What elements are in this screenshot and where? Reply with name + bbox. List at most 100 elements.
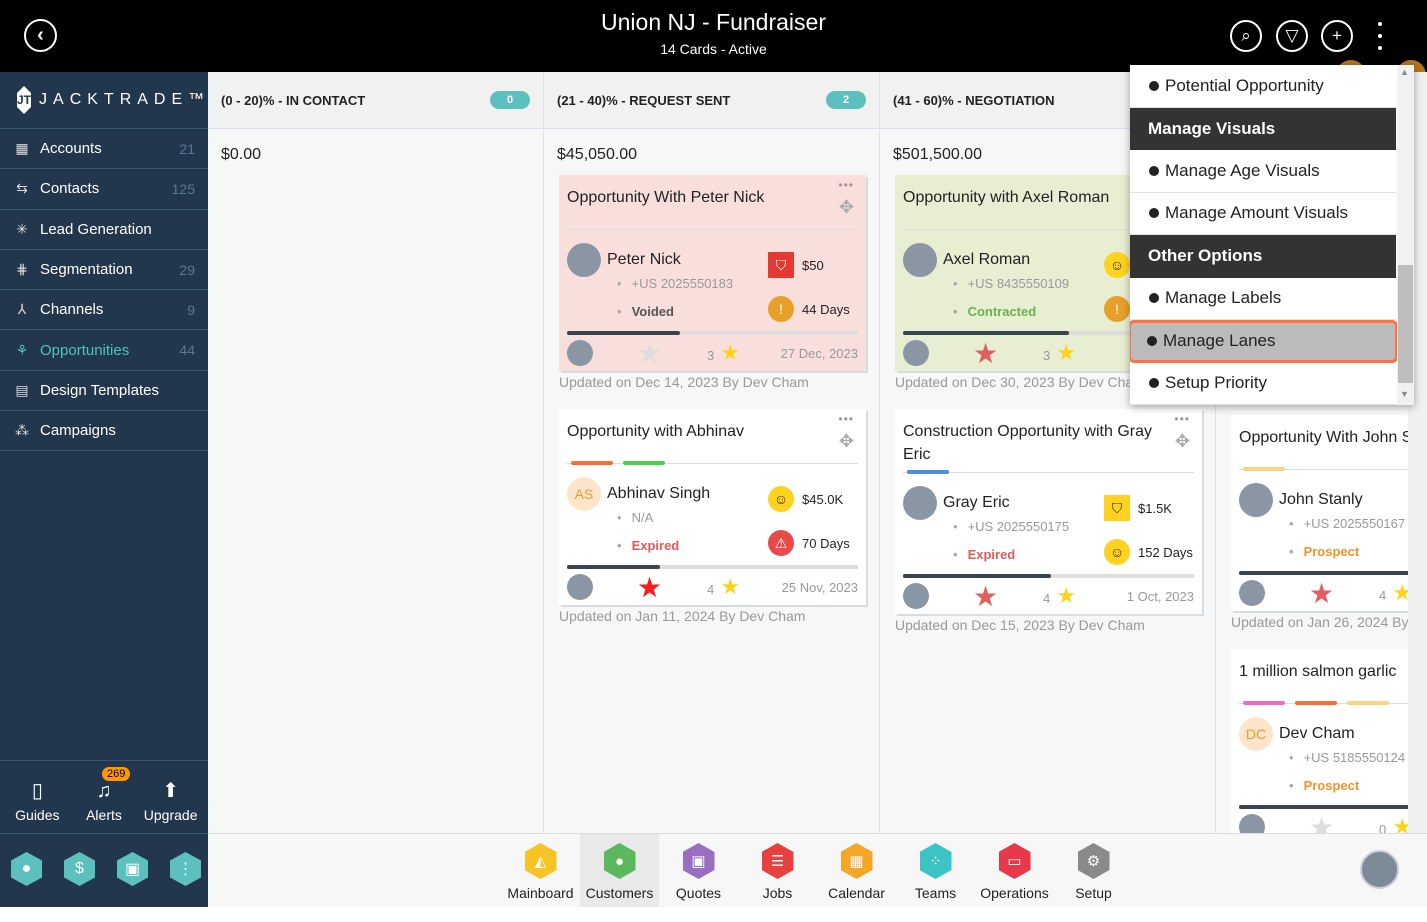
contact-phone: +US 2025550175 [953, 519, 1104, 547]
contact-name[interactable]: Gray Eric [943, 486, 1104, 512]
opportunity-card[interactable]: ••• ✥ Construction Opportunity with Gray E… [895, 409, 1202, 614]
nav-jobs[interactable]: ☰ Jobs [738, 834, 817, 907]
rating: 3 ★ [707, 340, 767, 366]
progress-fill [903, 574, 1052, 578]
opportunity-card[interactable]: ••• ✥ Opportunity With Peter Nick Peter Nic… [559, 175, 866, 371]
menu-item-manage-labels[interactable]: Manage Labels [1130, 278, 1396, 320]
contact-name[interactable]: Dev Cham [1279, 717, 1408, 743]
dropdown-scrollbar[interactable]: ▲ ▼ [1397, 65, 1414, 405]
metric-value: 44 Days [802, 301, 850, 317]
sidebar-item-segmentation[interactable]: ⋕ Segmentation 29 [0, 250, 208, 291]
sidebar-item-count: 44 [179, 342, 195, 359]
priority-star-icon[interactable]: ★ [1309, 811, 1379, 834]
nav-quotes[interactable]: ▣ Quotes [659, 834, 738, 907]
menu-item-setup-priority[interactable]: Setup Priority [1130, 363, 1396, 405]
drag-move-icon[interactable]: ✥ [839, 431, 854, 452]
scroll-up-icon[interactable]: ▲ [1400, 67, 1409, 77]
contact-hex-icon[interactable]: ● [11, 852, 42, 886]
contact-name[interactable]: John Stanly [1279, 483, 1408, 509]
drag-move-icon[interactable]: ✥ [1175, 431, 1190, 452]
nav-setup[interactable]: ⚙ Setup [1054, 834, 1133, 907]
card-metrics: ⛉ $50! 44 Days [768, 243, 858, 329]
nav-label: Operations [980, 885, 1049, 901]
star-icon: ★ [1050, 340, 1077, 365]
more-horizontal-icon[interactable]: ••• [838, 178, 854, 192]
filter-icon[interactable]: ▽ [1276, 20, 1308, 52]
sidebar-item-label: Channels [40, 301, 104, 319]
drag-move-icon[interactable]: ✥ [839, 197, 854, 218]
sidebar-item-accounts[interactable]: ▦ Accounts 21 [0, 129, 208, 170]
sidebar-item-label: Accounts [40, 140, 102, 158]
owner-avatar [567, 574, 593, 600]
priority-star-icon[interactable]: ★ [1309, 577, 1379, 610]
opportunity-card[interactable]: •••✥1 million salmon garlicDCDev Cham+US… [1231, 649, 1408, 833]
contact-avatar [903, 486, 937, 520]
upgrade-button[interactable]: ⬆ Upgrade [141, 761, 201, 833]
nav-label: Mainboard [507, 885, 574, 901]
contact-phone: +US 8435550109 [953, 276, 1104, 304]
star-icon: ★ [714, 574, 741, 599]
metric-amount: ☺ $45.0K [768, 477, 858, 521]
contact-avatar: AS [567, 477, 601, 511]
workflow-hex-icon[interactable]: ⋮ [170, 852, 201, 886]
alerts-badge: 269 [101, 767, 131, 781]
teams-icon: ⁘ [919, 843, 952, 879]
alerts-button[interactable]: 269 ♫ Alerts [74, 761, 134, 833]
opportunity-card[interactable]: ••• ✥ Opportunity with Abhinav AS Abhinav Si… [559, 409, 866, 605]
red-shield-icon: ⛉ [768, 252, 794, 278]
more-horizontal-icon[interactable]: ••• [1174, 412, 1190, 426]
sidebar-item-opportunities[interactable]: ⚘ Opportunities 44 [0, 330, 208, 371]
owner-avatar [1239, 814, 1265, 833]
scroll-down-icon[interactable]: ▼ [1400, 389, 1409, 399]
dollar-hex-icon[interactable]: $ [64, 852, 95, 886]
more-vertical-icon[interactable] [1372, 20, 1388, 52]
priority-star-icon[interactable]: ★ [637, 337, 707, 370]
contact-name[interactable]: Abhinav Singh [607, 477, 768, 503]
add-icon[interactable]: + [1321, 20, 1353, 52]
contact-name[interactable]: Axel Roman [943, 243, 1104, 269]
nav-customers[interactable]: ● Customers [580, 834, 659, 907]
contact-name[interactable]: Peter Nick [607, 243, 768, 269]
sidebar-item-count: 125 [171, 180, 195, 197]
priority-star-icon[interactable]: ★ [637, 571, 707, 604]
contact-phone: +US 2025550167 [1289, 516, 1408, 544]
metric-days: ⚠ 70 Days [768, 521, 858, 565]
opportunity-card[interactable]: •••✥Opportunity With John SJohn Stanly+U… [1231, 415, 1408, 611]
progress-bar [567, 331, 858, 335]
quote-hex-icon[interactable]: ▣ [117, 852, 148, 886]
contact-info: Axel Roman+US 8435550109Contracted [937, 243, 1104, 329]
contacts-icon: ⇆ [16, 180, 28, 197]
sidebar-item-design-templates[interactable]: ▤ Design Templates [0, 371, 208, 412]
star-icon: ★ [1050, 583, 1077, 608]
priority-star-icon[interactable]: ★ [973, 580, 1043, 613]
contact-avatar: DC [1239, 717, 1273, 751]
nav-teams[interactable]: ⁘ Teams [896, 834, 975, 907]
owner-avatar [903, 583, 929, 609]
nav-operations[interactable]: ▭ Operations [975, 834, 1054, 907]
nav-calendar[interactable]: ▦ Calendar [817, 834, 896, 907]
sidebar-item-channels[interactable]: ⅄ Channels 9 [0, 290, 208, 331]
nav-mainboard[interactable]: ◭ Mainboard [501, 834, 580, 907]
card-labels [903, 470, 1194, 484]
priority-star-icon[interactable]: ★ [973, 337, 1043, 370]
nav-label: Quotes [675, 885, 722, 901]
contact-avatar [1239, 483, 1273, 517]
menu-item-manage-amount-visuals[interactable]: Manage Amount Visuals [1130, 193, 1396, 235]
menu-item-manage-lanes[interactable]: Manage Lanes [1130, 320, 1398, 363]
menu-item-potential-opportunity[interactable]: Potential Opportunity [1130, 65, 1396, 108]
rating: 3 ★ [1043, 340, 1103, 366]
search-icon[interactable]: ⌕ [1230, 20, 1262, 52]
more-horizontal-icon[interactable]: ••• [838, 412, 854, 426]
jobs-icon: ☰ [761, 843, 794, 879]
menu-item-manage-age-visuals[interactable]: Manage Age Visuals [1130, 150, 1396, 193]
user-avatar[interactable] [1360, 850, 1399, 889]
sidebar-item-contacts[interactable]: ⇆ Contacts 125 [0, 169, 208, 210]
logo[interactable]: JT JACKTRADE™ [0, 72, 208, 129]
sidebar-item-label: Segmentation [40, 261, 133, 279]
sidebar-item-lead-generation[interactable]: ✳ Lead Generation [0, 210, 208, 250]
sidebar-item-campaigns[interactable]: ⁂ Campaigns [0, 411, 208, 452]
progress-bar [1239, 571, 1408, 575]
card-date: 27 Dec, 2023 [780, 345, 858, 361]
guides-button[interactable]: ▯ Guides [7, 761, 67, 833]
contact-details: +US 2025550175Expired [943, 512, 1104, 575]
